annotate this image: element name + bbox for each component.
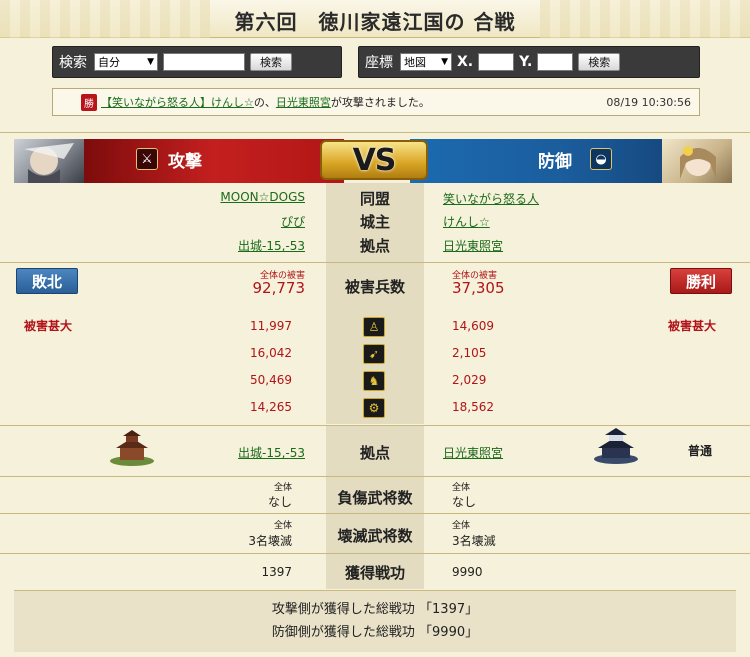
y-coordinate-input[interactable] [537, 53, 574, 71]
search-type-select[interactable]: 自分 ▼ [94, 53, 158, 71]
bow-icon: ➹ [363, 344, 385, 364]
attacker-damage-total: 92,773 [252, 279, 306, 297]
defender-base-status: 普通 [688, 444, 713, 458]
base2-row-label: 拠点 [359, 444, 390, 462]
merit-summary: 攻撃側が獲得した総戦功 「1397」 防御側が獲得した総戦功 「9990」 [14, 590, 736, 652]
page-title: 第六回 徳川家遠江国の 合戦 [234, 10, 516, 34]
battle-notice: 勝 【笑いながら怒る人】 けんし☆ の、 日光東照宮 が攻撃されました。 08/… [52, 88, 700, 116]
x-coordinate-input[interactable] [478, 53, 515, 71]
coordinate-search-bar: 座標 地図 ▼ X. Y. 検索 [358, 46, 700, 78]
coordinate-label: 座標 [365, 55, 393, 71]
destroyed-row-label: 壊滅武将数 [337, 527, 413, 545]
defender-bow-loss: 2,105 [452, 346, 487, 360]
defender-destroyed-value: 3名壊滅 [452, 534, 496, 548]
map-select-value: 地図 [404, 56, 426, 69]
attack-header-bar [84, 139, 344, 183]
defender-summary-line: 防御側が獲得した総戦功 「9990」 [271, 625, 479, 640]
defender-injured-caption: 全体 [452, 483, 471, 493]
defender-alliance-link[interactable]: 笑いながら怒る人 [443, 190, 539, 207]
coordinate-search-button[interactable]: 検索 [578, 53, 621, 71]
attacker-castle-icon [108, 430, 156, 466]
defender-horse-loss: 2,029 [452, 373, 487, 387]
defender-lord-link[interactable]: けんし☆ [443, 213, 490, 230]
defeat-badge: 敗北 [16, 268, 78, 294]
map-select[interactable]: 地図 ▼ [400, 53, 452, 71]
injured-row-label: 負傷武将数 [337, 489, 413, 507]
divider [0, 513, 750, 514]
search-label: 検索 [59, 55, 87, 71]
fan-icon: ◒ [590, 148, 612, 170]
attacker-destroyed-value: 3名壊滅 [248, 534, 292, 548]
notice-player-link[interactable]: けんし☆ [211, 94, 254, 110]
defender-siege-loss: 18,562 [452, 400, 494, 414]
title-banner: 第六回 徳川家遠江国の 合戦 [0, 0, 750, 38]
divider [0, 476, 750, 477]
attack-label: 攻撃 [168, 152, 202, 172]
notice-middle-text: の、 [253, 96, 276, 109]
chevron-down-icon: ▼ [147, 57, 154, 67]
defender-castle-icon [592, 428, 640, 464]
attacker-horse-loss: 50,469 [250, 373, 292, 387]
defense-header-bar [410, 139, 662, 183]
spear-soldier-icon: ♙ [363, 317, 385, 337]
defender-destroyed-caption: 全体 [452, 521, 471, 531]
damage-row-label: 被害兵数 [344, 278, 405, 296]
notice-alliance-link[interactable]: 【笑いながら怒る人】 [101, 94, 211, 110]
search-button[interactable]: 検索 [250, 53, 292, 71]
attacker-lord-link[interactable]: ぴぴ [150, 213, 305, 230]
siege-icon: ⚙ [363, 398, 385, 418]
notice-suffix-text: が攻撃されました。 [330, 96, 430, 109]
defender-damage-total: 37,305 [452, 279, 505, 297]
divider [0, 262, 750, 263]
defender-base-link[interactable]: 日光東照宮 [443, 237, 503, 254]
notice-target-link[interactable]: 日光東照宮 [276, 94, 331, 110]
attacker-base-link[interactable]: 出城-15,-53 [150, 237, 305, 254]
defender-merit: 9990 [452, 565, 483, 579]
attacker-merit: 1397 [261, 565, 292, 579]
lord-row-label: 城主 [359, 213, 390, 231]
attacker-injured-value: なし [267, 495, 292, 509]
defender-portrait [662, 139, 732, 183]
attacker-portrait [14, 139, 84, 183]
attacker-injured-caption: 全体 [273, 483, 292, 493]
defense-label: 防御 [538, 152, 572, 172]
vs-emblem: VS [318, 132, 430, 188]
crossed-swords-icon: ⚔ [136, 148, 158, 170]
divider [0, 553, 750, 554]
alliance-row-label: 同盟 [359, 190, 390, 208]
attacker-summary-line: 攻撃側が獲得した総戦功 「1397」 [271, 602, 479, 617]
defender-status: 被害甚大 [668, 319, 717, 333]
win-badge: 勝 [81, 93, 97, 111]
base-row-label: 拠点 [359, 237, 390, 255]
attacker-alliance-link[interactable]: MOON☆DOGS [150, 190, 305, 204]
attacker-destroyed-caption: 全体 [273, 521, 292, 531]
attacker-bow-loss: 16,042 [250, 346, 292, 360]
notice-timestamp: 08/19 10:30:56 [606, 95, 691, 109]
search-input[interactable] [163, 53, 245, 71]
defender-injured-value: なし [452, 495, 477, 509]
attacker-spear-loss: 11,997 [250, 319, 292, 333]
x-label: X. [457, 54, 474, 70]
horse-icon: ♞ [363, 371, 385, 391]
vs-label: VS [352, 142, 397, 178]
attacker-status: 被害甚大 [24, 319, 73, 333]
defender-spear-loss: 14,609 [452, 319, 494, 333]
defender-base2-link[interactable]: 日光東照宮 [443, 444, 503, 461]
victory-badge: 勝利 [670, 268, 732, 294]
chevron-down-icon: ▼ [441, 57, 448, 67]
divider [0, 425, 750, 426]
attacker-base2-link[interactable]: 出城-15,-53 [150, 444, 305, 461]
search-type-value: 自分 [98, 56, 120, 69]
y-label: Y. [519, 54, 533, 70]
attacker-siege-loss: 14,265 [250, 400, 292, 414]
search-bar: 検索 自分 ▼ 検索 [52, 46, 342, 78]
merit-row-label: 獲得戦功 [344, 564, 405, 582]
